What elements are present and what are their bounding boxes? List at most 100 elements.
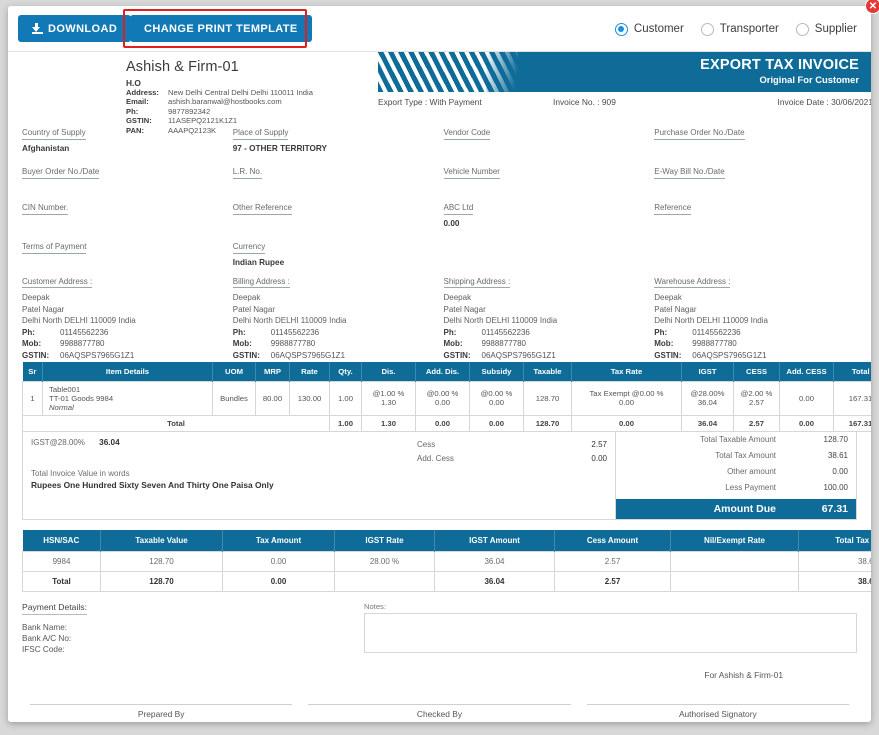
payment-bank-account: Bank A/C No: xyxy=(22,633,72,643)
banner-subtitle: Original For Customer xyxy=(759,74,860,85)
address-customer-line-2: Patel Nagar xyxy=(22,304,65,314)
radio-transporter-label: Transporter xyxy=(719,23,779,35)
firm-field-address-key: Address: xyxy=(126,88,159,97)
firm-field-pan-key: PAN: xyxy=(126,125,144,135)
total-row-tax-rate: 0.00 xyxy=(571,414,682,432)
summary-total-tax-row: Total Tax Amount 38.61 xyxy=(616,448,856,464)
address-billing-gstin: GSTIN: 06AQSPS7965G1Z1 xyxy=(233,350,436,362)
address-shipping-ph-key: Ph: xyxy=(443,327,457,337)
address-shipping-line-3: Delhi North DELHI 110009 India xyxy=(443,316,558,326)
radio-option-transporter[interactable]: Transporter xyxy=(700,22,779,36)
cell-subsidy: @0.00 % 0.00 xyxy=(469,380,524,416)
signature-line-authorised xyxy=(586,703,849,705)
invoice-meta-row: Export Type : With Payment Invoice No. :… xyxy=(378,97,871,107)
firm-field-address: Address: New Delhi Central Delhi Delhi 1… xyxy=(126,88,313,97)
radio-supplier-icon[interactable] xyxy=(795,22,809,36)
summary-cess-label: Cess xyxy=(417,439,436,449)
invoice-number: Invoice No. : 909 xyxy=(553,97,616,107)
notes-input[interactable] xyxy=(364,612,857,653)
total-row-igst: 36.04 xyxy=(681,414,734,432)
firm-field-email: Email: ashish.baranwal@hostbooks.com xyxy=(126,97,313,106)
firm-details: Ashish & Firm-01 H.O Address: New Delhi … xyxy=(126,59,313,135)
address-warehouse-ph-value: 01145562236 xyxy=(692,327,741,337)
notes-block: Notes: xyxy=(362,602,857,656)
address-billing-line-3: Delhi North DELHI 110009 India xyxy=(232,316,347,326)
address-customer-gstin-key: GSTIN: xyxy=(22,350,50,360)
th-sr: Sr xyxy=(22,361,43,382)
field-place-of-supply-value: 97 - OTHER TERRITORY xyxy=(232,144,327,153)
banner-text: EXPORT TAX INVOICE Original For Customer xyxy=(700,57,859,85)
signature-prepared-by: Prepared By xyxy=(22,703,300,719)
hsn-total-label: Total xyxy=(22,570,101,592)
cell-qty: 1.00 xyxy=(329,380,362,416)
hsn-cell-cess-amount: 2.57 xyxy=(554,550,671,572)
cell-item-line-1: Table001 xyxy=(49,384,81,394)
radio-transporter-icon[interactable] xyxy=(700,22,714,36)
cell-taxable: 128.70 xyxy=(523,380,572,416)
radio-option-customer[interactable]: Customer xyxy=(614,22,684,36)
cell-add-cess: 0.00 xyxy=(779,380,834,416)
firm-field-email-value: ashish.baranwal@hostbooks.com xyxy=(168,97,282,107)
summary-section: IGST@28.00% 36.04 Cess 2.57 Add. Cess 0.… xyxy=(22,431,857,520)
address-customer-gstin: GSTIN: 06AQSPS7965G1Z1 xyxy=(22,350,225,362)
cell-dis: @1.00 % 1.30 xyxy=(361,380,416,416)
firm-branch: H.O xyxy=(126,78,141,88)
field-purchase-order-label: Purchase Order No./Date xyxy=(654,128,745,140)
field-purchase-order: Purchase Order No./Date xyxy=(654,128,857,153)
address-shipping-gstin-key: GSTIN: xyxy=(443,350,471,360)
th-subsidy: Subsidy xyxy=(469,361,524,382)
signature-label-prepared: Prepared By xyxy=(137,708,185,719)
radio-customer-icon[interactable] xyxy=(614,22,628,36)
address-warehouse-gstin-value: 06AQSPS7965G1Z1 xyxy=(692,350,767,360)
hsn-th-tax-amount: Tax Amount xyxy=(222,529,335,552)
invoice-date: Invoice Date : 30/06/2021 xyxy=(777,97,871,107)
field-spacer-2 xyxy=(654,242,857,267)
address-warehouse-line-1: Deepak xyxy=(654,293,682,302)
address-billing-ph-value: 01145562236 xyxy=(270,327,320,337)
address-billing-gstin-value: 06AQSPS7965G1Z1 xyxy=(270,350,346,360)
field-country-of-supply-label: Country of Supply xyxy=(22,128,86,140)
address-block-billing: Billing Address : Deepak Patel Nagar Del… xyxy=(232,277,436,362)
summary-total-tax-label: Total Tax Amount xyxy=(715,450,776,460)
payment-details-title: Payment Details: xyxy=(22,602,87,615)
payment-ifsc-code: IFSC Code: xyxy=(22,645,65,655)
summary-other-amount-label: Other amount xyxy=(727,466,776,476)
radio-customer-label: Customer xyxy=(633,23,684,35)
address-customer-mob-value: 9988877780 xyxy=(60,339,105,349)
firm-field-address-value: New Delhi Central Delhi Delhi 110011 Ind… xyxy=(168,88,313,97)
download-button[interactable]: DOWNLOAD xyxy=(18,15,132,42)
field-vendor-code: Vendor Code xyxy=(443,128,647,153)
th-add-dis: Add. Dis. xyxy=(415,361,470,382)
signature-line-prepared xyxy=(30,703,293,705)
summary-cess-mini: Cess 2.57 Add. Cess 0.00 xyxy=(417,438,607,466)
cell-uom: Bundles xyxy=(212,380,256,416)
address-grid: Customer Address : Deepak Patel Nagar De… xyxy=(22,277,857,362)
signature-label-checked: Checked By xyxy=(416,708,463,719)
field-buyer-order-label: Buyer Order No./Date xyxy=(22,167,100,179)
firm-field-gstin-value: 11ASEPQ2121K1Z1 xyxy=(168,116,238,126)
hsn-cell-code: 9984 xyxy=(22,550,101,572)
address-warehouse-mob-value: 9988877780 xyxy=(692,339,737,349)
field-vendor-code-label: Vendor Code xyxy=(443,128,491,140)
close-icon[interactable]: ✕ xyxy=(865,0,879,14)
signature-label-authorised: Authorised Signatory xyxy=(678,708,757,719)
hsn-total-row: Total 128.70 0.00 36.04 2.57 38.61 xyxy=(22,570,871,592)
print-preview-modal: DOWNLOAD CHANGE PRINT TEMPLATE Customer … xyxy=(8,6,871,722)
address-shipping-ph: Ph: 01145562236 xyxy=(444,327,647,339)
field-eway-bill-label: E-Way Bill No./Date xyxy=(654,167,725,179)
address-block-warehouse: Warehouse Address : Deepak Patel Nagar D… xyxy=(654,277,857,362)
summary-add-cess-value: 0.00 xyxy=(591,453,607,463)
hsn-total-nil-exempt xyxy=(670,570,799,592)
recipient-radio-group: Customer Transporter Supplier xyxy=(614,6,857,52)
signature-line-checked xyxy=(308,703,571,705)
download-button-label: DOWNLOAD xyxy=(48,22,118,35)
address-billing-gstin-key: GSTIN: xyxy=(232,350,260,360)
change-print-template-button[interactable]: CHANGE PRINT TEMPLATE xyxy=(130,15,312,42)
invoice-field-grid: Country of Supply Afghanistan Place of S… xyxy=(22,128,857,281)
cell-igst-pct: @28.00% xyxy=(690,389,725,399)
firm-field-phone-key: Ph: xyxy=(126,106,139,116)
hsn-cell-total-tax: 38.61 xyxy=(798,550,871,572)
hsn-th-hsn-sac: HSN/SAC xyxy=(22,529,101,552)
th-taxable: Taxable xyxy=(523,361,572,382)
radio-option-supplier[interactable]: Supplier xyxy=(795,22,857,36)
